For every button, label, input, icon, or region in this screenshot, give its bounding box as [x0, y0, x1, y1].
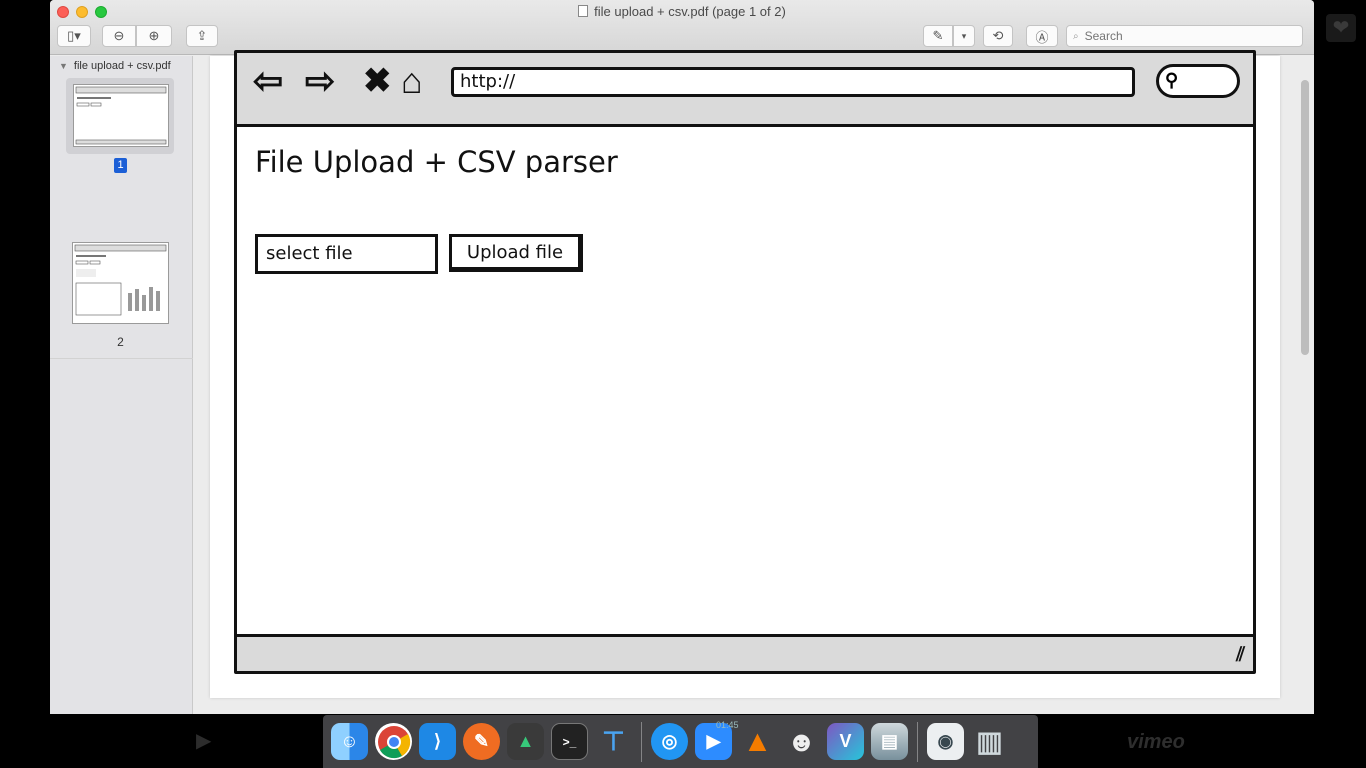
page-number-2: 2	[117, 335, 124, 349]
gitkraken-icon[interactable]: ▲	[507, 723, 544, 760]
chrome-icon[interactable]	[375, 723, 412, 760]
pdf-document-icon	[578, 5, 589, 17]
quicktime-icon[interactable]: ◎	[651, 723, 688, 760]
search-icon: ⌕	[1073, 30, 1079, 42]
dock-separator	[917, 721, 918, 762]
markup-button[interactable]: ✎	[923, 25, 953, 47]
vlc-icon[interactable]: ▲	[739, 723, 776, 760]
mockup-search-icon: ⚲	[1165, 70, 1179, 90]
trash-icon[interactable]: ▥	[971, 723, 1008, 760]
finder-icon[interactable]: ☺	[331, 723, 368, 760]
postman-icon[interactable]: ✎	[463, 723, 500, 760]
search-field[interactable]: ⌕	[1066, 25, 1303, 47]
sidebar-toggle-button[interactable]: ▯▾	[57, 25, 91, 47]
home-icon: ⌂	[401, 60, 423, 101]
thumbnail-sidebar: ▼ file upload + csv.pdf 1 2	[50, 56, 193, 714]
thumbnail-2-preview	[74, 244, 167, 316]
pdf-page: ⇦ ⇨ ✖ ⌂ http:// ⚲ File Upload + CSV pars…	[210, 50, 1280, 698]
zoom-in-button[interactable]: ⊕	[136, 25, 172, 47]
heart-icon[interactable]: ❤	[1326, 14, 1356, 42]
document-view[interactable]: ⇦ ⇨ ✖ ⌂ http:// ⚲ File Upload + CSV pars…	[194, 50, 1314, 714]
character-viewer-icon[interactable]: ☻	[783, 723, 820, 760]
sidebar-document-name: file upload + csv.pdf	[73, 60, 171, 72]
wireframe-mockup: ⇦ ⇨ ✖ ⌂ http:// ⚲ File Upload + CSV pars…	[234, 50, 1256, 676]
back-arrow-icon: ⇦	[253, 60, 284, 101]
sidebar-icon: ▯▾	[67, 28, 81, 43]
search-input[interactable]	[1084, 29, 1285, 43]
vscode-icon[interactable]: ⟩	[419, 723, 456, 760]
mockup-url-bar: http://	[451, 67, 1135, 97]
vimeo-logo: vimeo	[1127, 731, 1185, 753]
window-title-text: file upload + csv.pdf (page 1 of 2)	[594, 4, 786, 19]
screen: ❤ file upload + csv.pdf (page 1 of 2) ▯▾…	[0, 0, 1366, 768]
quicktime-recording-icon[interactable]: ◉	[927, 723, 964, 760]
mockup-search-pill: ⚲	[1156, 64, 1240, 98]
keynote-icon[interactable]: ⊤	[595, 723, 632, 760]
video-play-icon[interactable]: ▶	[196, 728, 211, 753]
dock: ☺ ⟩ ✎ ▲ >_ ⊤ ◎ ▶ ▲ ☻ V ▤ ◉ ▥	[323, 715, 1038, 768]
thumbnail-1-preview	[75, 86, 167, 145]
zoom-out-icon: ⊖	[113, 28, 125, 43]
mockup-browser-frame: ⇦ ⇨ ✖ ⌂ http:// ⚲ File Upload + CSV pars…	[234, 50, 1256, 674]
disclosure-triangle-icon[interactable]: ▼	[59, 61, 68, 71]
mockup-nav-bar: ⇦ ⇨ ✖ ⌂ http:// ⚲	[237, 53, 1253, 127]
page-thumbnail-1[interactable]	[73, 84, 169, 147]
page-number-1: 1	[114, 158, 127, 173]
zoom-in-icon: ⊕	[148, 28, 160, 43]
chrome-logo	[377, 725, 410, 758]
window-title: file upload + csv.pdf (page 1 of 2)	[50, 4, 1314, 19]
mockup-status-bar: ⫽	[237, 634, 1253, 671]
mockup-select-file-field: select file	[255, 234, 438, 274]
mockup-page-title: File Upload + CSV parser	[255, 145, 618, 179]
vertical-scrollbar[interactable]	[1301, 80, 1309, 355]
chevron-down-icon: ▾	[961, 30, 967, 41]
annotate-button[interactable]: Ⓐ	[1026, 25, 1058, 47]
forward-arrow-icon: ⇨	[305, 60, 336, 101]
titlebar: file upload + csv.pdf (page 1 of 2) ▯▾ ⊖…	[50, 0, 1314, 55]
affinity-icon[interactable]: V	[827, 723, 864, 760]
share-button[interactable]: ⇪	[186, 25, 218, 47]
sidebar-document-header[interactable]: ▼ file upload + csv.pdf	[59, 60, 171, 72]
share-icon: ⇪	[196, 28, 208, 43]
terminal-icon[interactable]: >_	[551, 723, 588, 760]
preview-icon[interactable]: ▤	[871, 723, 908, 760]
rotate-button[interactable]: ⟲	[983, 25, 1013, 47]
page-thumbnail-2[interactable]	[72, 242, 169, 324]
rotate-icon: ⟲	[992, 28, 1004, 43]
dock-time-label: 01:45	[716, 720, 739, 730]
zoom-out-button[interactable]: ⊖	[102, 25, 136, 47]
mockup-upload-button: Upload file	[449, 234, 583, 272]
markup-dropdown-button[interactable]: ▾	[953, 25, 975, 47]
sidebar-divider	[50, 358, 193, 359]
pen-icon: ✎	[932, 28, 944, 43]
dock-separator	[641, 721, 642, 762]
annotate-icon: Ⓐ	[1035, 29, 1049, 45]
resize-grip-icon: ⫽	[1236, 644, 1245, 666]
preview-window: file upload + csv.pdf (page 1 of 2) ▯▾ ⊖…	[50, 0, 1314, 714]
close-x-icon: ✖	[363, 62, 392, 100]
